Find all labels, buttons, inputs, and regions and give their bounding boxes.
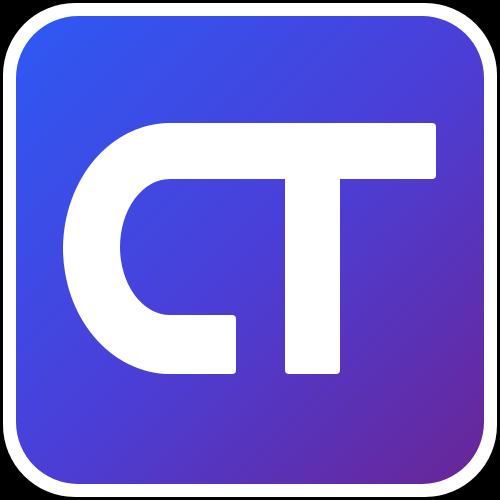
logo-letter-t-stem xyxy=(285,175,340,374)
ct-app-icon xyxy=(3,3,497,497)
app-icon-container xyxy=(0,0,500,500)
